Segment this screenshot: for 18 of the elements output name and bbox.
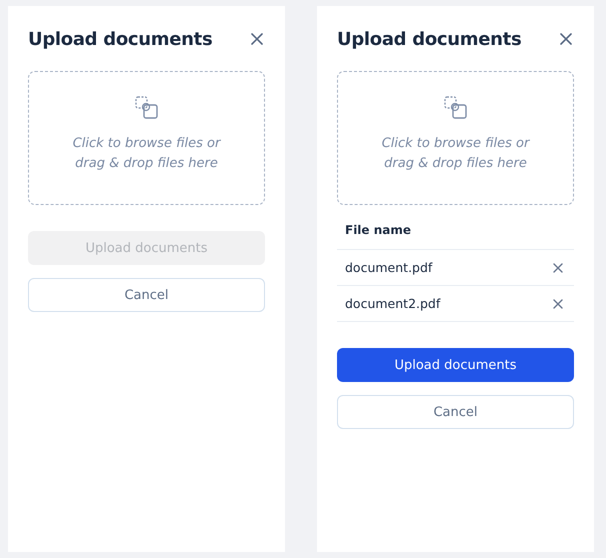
dropzone-hint: Click to browse files or drag & drop files here	[380, 135, 531, 173]
column-header: File name	[337, 223, 574, 250]
dropzone[interactable]: Click to browse files or drag & drop files here	[28, 71, 265, 205]
close-icon[interactable]	[560, 33, 572, 45]
cancel-button[interactable]: Cancel	[337, 395, 574, 429]
file-name: document2.pdf	[345, 296, 440, 311]
copy-icon	[134, 96, 158, 120]
dialog-title: Upload documents	[28, 28, 212, 50]
cancel-button[interactable]: Cancel	[28, 278, 265, 312]
close-icon[interactable]	[251, 33, 263, 45]
upload-button[interactable]: Upload documents	[337, 348, 574, 382]
file-name: document.pdf	[345, 260, 432, 275]
remove-icon[interactable]	[553, 262, 563, 272]
copy-icon	[444, 96, 468, 120]
dialog-title: Upload documents	[337, 28, 522, 50]
dropzone[interactable]: Click to browse files or drag & drop files here	[337, 71, 574, 205]
dropzone-hint: Click to browse files or drag & drop files here	[72, 135, 222, 173]
remove-icon[interactable]	[553, 298, 563, 308]
